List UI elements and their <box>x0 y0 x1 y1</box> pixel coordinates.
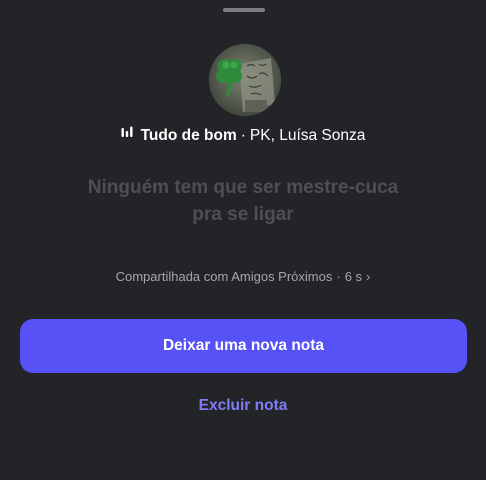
time-ago: 6 s <box>344 269 363 284</box>
clover-avatar-image <box>209 44 281 116</box>
note-lyrics: Ninguém tem que ser mestre-cuca pra se l… <box>40 174 446 228</box>
lyrics-line-1: Ninguém tem que ser mestre-cuca <box>87 177 399 198</box>
delete-note-label: Excluir nota <box>198 397 288 414</box>
song-separator: · <box>240 127 246 145</box>
sheet-grabber-handle[interactable] <box>223 8 265 12</box>
song-artists: PK, Luísa Sonza <box>249 127 366 145</box>
new-note-label: Deixar uma nova nota <box>162 337 325 354</box>
music-bars-icon <box>121 124 133 144</box>
song-info[interactable]: Tudo de bom · PK, Luísa Sonza <box>0 126 486 146</box>
shared-dot: · <box>336 269 341 284</box>
chevron-right-icon: › <box>366 269 371 284</box>
lyrics-line-2: pra se ligar <box>192 204 294 225</box>
delete-note-button[interactable]: Excluir nota <box>0 396 486 416</box>
audience-info[interactable]: Compartilhada com Amigos Próximos · 6 s › <box>0 268 486 286</box>
note-avatar <box>209 44 281 116</box>
song-title: Tudo de bom <box>140 127 237 145</box>
new-note-button[interactable]: Deixar uma nova nota <box>20 319 467 373</box>
bottom-sheet: Tudo de bom · PK, Luísa Sonza Ninguém tem … <box>0 0 486 480</box>
shared-with-label: Compartilhada com Amigos Próximos <box>115 269 333 284</box>
